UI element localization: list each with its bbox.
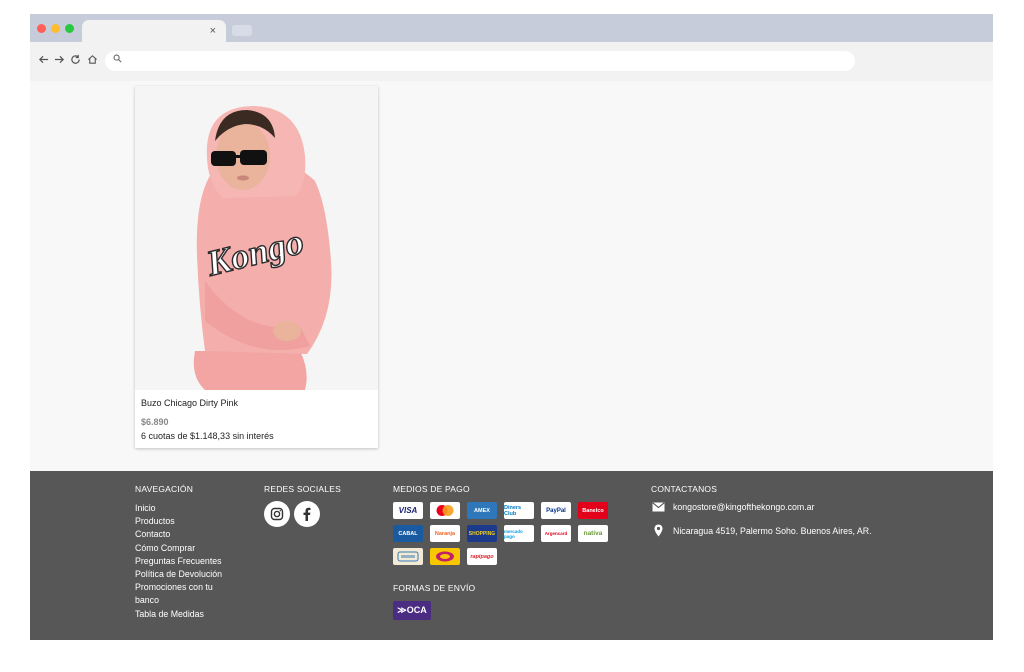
footer-link-promociones[interactable]: Promociones con tu <box>135 581 255 594</box>
facebook-icon <box>303 507 311 521</box>
contact-heading: CONTACTANOS <box>651 484 718 494</box>
footer-link-devolucion[interactable]: Política de Devolución <box>135 568 255 581</box>
shipping-method: ≫OCA <box>393 601 431 620</box>
payment-method: Banelco <box>578 502 608 519</box>
footer-nav-list: Inicio Productos Contacto Cómo Comprar P… <box>135 502 255 621</box>
contact-email-row[interactable]: kongostore@kingofthekongo.com.ar <box>651 502 814 512</box>
payment-method: VISA <box>393 502 423 519</box>
home-icon[interactable] <box>85 54 99 68</box>
mail-icon <box>651 502 665 512</box>
tab-close-icon[interactable]: × <box>210 24 216 38</box>
product-image[interactable]: Kongo <box>135 86 378 390</box>
browser-tab[interactable]: × <box>82 20 226 42</box>
payment-method: Argencard <box>541 525 571 542</box>
contact-address-row: Nicaragua 4519, Palermo Soho. Buenos Air… <box>651 524 872 537</box>
back-arrow-icon[interactable] <box>36 54 50 68</box>
window-controls <box>37 24 74 33</box>
payment-method: rapipago <box>467 548 497 565</box>
browser-toolbar <box>30 42 993 81</box>
contact-address: Nicaragua 4519, Palermo Soho. Buenos Air… <box>673 525 872 536</box>
product-installments: 6 cuotas de $1.148,33 sin interés <box>141 431 274 441</box>
payment-method: PayPal <box>541 502 571 519</box>
reload-icon[interactable] <box>68 54 82 68</box>
minimize-window-button[interactable] <box>51 24 60 33</box>
payment-method: AMEX <box>467 502 497 519</box>
payment-method: CABAL <box>393 525 423 542</box>
footer-link-contacto[interactable]: Contacto <box>135 528 255 541</box>
search-icon <box>113 54 122 65</box>
footer-link-preguntas[interactable]: Preguntas Frecuentes <box>135 555 255 568</box>
forward-arrow-icon[interactable] <box>52 54 66 68</box>
location-pin-icon <box>651 524 665 537</box>
pago-facil-icon <box>430 548 460 565</box>
payment-method: SHOPPING <box>467 525 497 542</box>
navigation-heading: NAVEGACIÓN <box>135 484 194 494</box>
new-tab-button[interactable] <box>232 25 252 36</box>
page-content: Kongo Buzo Chicago Dirty Pink $6.890 6 c… <box>30 81 993 471</box>
site-footer: NAVEGACIÓN Inicio Productos Contacto Cóm… <box>30 471 993 640</box>
payment-heading: MEDIOS DE PAGO <box>393 484 470 494</box>
footer-link-inicio[interactable]: Inicio <box>135 502 255 515</box>
product-price: $6.890 <box>141 417 169 427</box>
payment-method: Diners Club <box>504 502 534 519</box>
contact-email[interactable]: kongostore@kingofthekongo.com.ar <box>673 502 814 512</box>
payment-method: Naranja <box>430 525 460 542</box>
payment-method: nativa <box>578 525 608 542</box>
browser-window: × Kongo Buzo Chicago Dirty Pink $6.890 6… <box>30 14 993 640</box>
shipping-heading: FORMAS DE ENVÍO <box>393 583 476 593</box>
footer-link-como-comprar[interactable]: Cómo Comprar <box>135 542 255 555</box>
mastercard-icon <box>430 502 460 519</box>
address-bar[interactable] <box>105 51 855 71</box>
product-name[interactable]: Buzo Chicago Dirty Pink <box>141 398 238 408</box>
tab-bar: × <box>30 14 993 42</box>
product-card[interactable]: Kongo Buzo Chicago Dirty Pink $6.890 6 c… <box>135 86 378 448</box>
social-heading: REDES SOCIALES <box>264 484 341 494</box>
maximize-window-button[interactable] <box>65 24 74 33</box>
instagram-icon <box>270 507 284 521</box>
facebook-button[interactable] <box>294 501 320 527</box>
footer-link-productos[interactable]: Productos <box>135 515 255 528</box>
close-window-button[interactable] <box>37 24 46 33</box>
footer-link-medidas[interactable]: Tabla de Medidas <box>135 608 255 621</box>
footer-link-promociones-cont[interactable]: banco <box>135 594 255 607</box>
payment-method: mercado pago <box>504 525 534 542</box>
instagram-button[interactable] <box>264 501 290 527</box>
bank-card-icon <box>393 548 423 565</box>
